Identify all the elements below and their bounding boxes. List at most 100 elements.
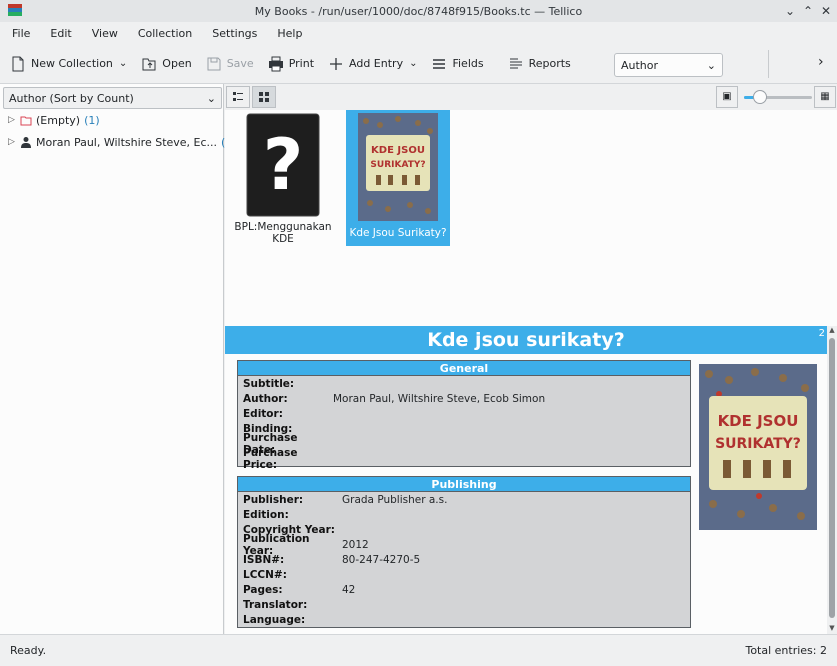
close-button[interactable]: ✕ [817, 2, 835, 20]
scroll-down-arrow[interactable]: ▼ [827, 624, 837, 632]
entry-icon-view: ? BPL:Menggunakan KDE KDE JSOU SURIKATY?… [225, 110, 837, 324]
field-row: Translator: [238, 597, 690, 612]
fields-icon [433, 58, 446, 69]
person-icon [21, 137, 31, 148]
zoom-slider-handle[interactable] [753, 90, 767, 104]
fields-label: Fields [452, 57, 484, 70]
book-cover-large: KDE JSOU SURIKATY? [699, 364, 817, 530]
save-button[interactable]: Save [206, 56, 254, 72]
add-entry-label: Add Entry [349, 57, 404, 70]
entry-detail-title: Kde jsou surikaty? [225, 326, 827, 354]
general-section: General Subtitle: Author: Moran Paul, Wilt… [237, 360, 691, 471]
fields-button[interactable]: Fields [431, 56, 484, 72]
maximize-button[interactable]: ⌃ [799, 2, 817, 20]
print-icon [268, 56, 283, 71]
general-section-heading: General [238, 361, 690, 376]
field-value: Grada Publisher a.s. [342, 493, 448, 506]
cover-text: SURIKATY? [370, 160, 425, 170]
expand-arrow-icon[interactable]: ▷ [8, 137, 20, 147]
field-value: 42 [342, 583, 356, 596]
new-collection-button[interactable]: New Collection ⌄ [10, 56, 127, 72]
group-by-combo[interactable]: Author (Sort by Count) ⌄ [3, 87, 222, 109]
menu-edit[interactable]: Edit [44, 27, 77, 40]
plus-icon [330, 57, 343, 70]
cover-text: SURIKATY? [715, 436, 801, 452]
menu-view[interactable]: View [86, 27, 124, 40]
save-label: Save [226, 57, 254, 70]
zoom-out-icon[interactable]: ▣ [716, 86, 738, 108]
chevron-down-icon[interactable]: ⌄ [409, 58, 417, 69]
field-row: Publisher: Grada Publisher a.s. [238, 492, 690, 507]
field-row: Language: [238, 612, 690, 627]
title-bar: My Books - /run/user/1000/doc/8748f915/B… [0, 0, 837, 22]
chevron-down-icon: ⌄ [206, 91, 216, 105]
zoom-in-icon[interactable]: ▦ [814, 86, 836, 108]
list-view-button[interactable] [226, 86, 250, 108]
chevron-down-icon: ⌄ [706, 58, 716, 72]
cover-text: KDE JSOU [371, 145, 425, 156]
field-label: Language: [243, 613, 306, 626]
status-bar: Ready. Total entries: 2 [0, 634, 837, 666]
open-button[interactable]: Open [141, 56, 192, 72]
group-field-combo[interactable]: Author ⌄ [614, 53, 723, 77]
entry-detail-view: Kde jsou surikaty? 2 General Subtitle: Au… [225, 324, 837, 634]
menu-file[interactable]: File [6, 27, 36, 40]
print-button[interactable]: Print [268, 56, 314, 72]
field-row: Edition: [238, 507, 690, 522]
field-row: Publication Year: 2012 [238, 533, 690, 557]
menu-help[interactable]: Help [271, 27, 308, 40]
entry-item-bpl[interactable]: ? BPL:Menggunakan KDE [231, 113, 335, 253]
group-item-label: (Empty) [36, 113, 81, 127]
group-by-value: Author (Sort by Count) [9, 91, 134, 105]
minimize-button[interactable]: ⌄ [781, 2, 799, 20]
group-item-empty[interactable]: ▷ (Empty) (1) [8, 111, 100, 129]
save-icon [207, 57, 221, 70]
field-label: Pages: [243, 583, 283, 596]
reports-button[interactable]: Reports [508, 56, 571, 72]
field-label: Editor: [243, 407, 283, 420]
field-row: Subtitle: [238, 376, 690, 391]
detail-scrollbar[interactable]: ▲ ▼ [827, 326, 837, 634]
view-mode-toggles [226, 86, 278, 108]
publishing-section-heading: Publishing [238, 477, 690, 492]
field-value: Moran Paul, Wiltshire Steve, Ecob Simon [333, 392, 546, 405]
book-cover-image: KDE JSOU SURIKATY? [358, 113, 438, 221]
expand-arrow-icon[interactable]: ▷ [8, 115, 20, 125]
add-entry-button[interactable]: Add Entry ⌄ [328, 56, 417, 72]
field-row: ISBN#: 80-247-4270-5 [238, 552, 690, 567]
chevron-down-icon[interactable]: ⌄ [119, 58, 127, 69]
open-label: Open [162, 57, 192, 70]
field-label: Translator: [243, 598, 308, 611]
menu-bar: File Edit View Collection Settings Help [0, 22, 837, 44]
missing-cover-icon: ? [246, 113, 320, 217]
icon-grid-view-icon [259, 92, 269, 102]
open-folder-icon [142, 58, 156, 70]
scroll-up-arrow[interactable]: ▲ [827, 326, 837, 334]
folder-icon [20, 116, 32, 126]
field-label: Publisher: [243, 493, 304, 506]
menu-settings[interactable]: Settings [206, 27, 263, 40]
menu-collection[interactable]: Collection [132, 27, 198, 40]
field-row: Author: Moran Paul, Wiltshire Steve, Ecob… [238, 391, 690, 406]
scrollbar-thumb[interactable] [829, 338, 835, 618]
entry-page-number: 2 [818, 328, 825, 339]
entry-title: Kde Jsou Surikaty? [349, 227, 447, 239]
field-label: ISBN#: [243, 553, 285, 566]
field-label: Edition: [243, 508, 289, 521]
group-item-author[interactable]: ▷ Moran Paul, Wiltshire Steve, Ec... (1) [8, 133, 237, 151]
toolbar-separator [768, 50, 769, 78]
reports-icon [509, 58, 522, 68]
icon-view-button[interactable] [252, 86, 276, 108]
chevron-right-icon[interactable]: › [818, 54, 824, 70]
field-label: Subtitle: [243, 377, 295, 390]
field-row: Editor: [238, 406, 690, 421]
publishing-section: Publishing Publisher: Grada Publisher a.s… [237, 476, 691, 628]
status-message: Ready. [10, 644, 47, 657]
group-item-count: (1) [84, 113, 100, 127]
new-document-icon [12, 56, 24, 71]
entry-item-kde-jsou-surikaty[interactable]: KDE JSOU SURIKATY? Kde Jsou Surikaty? [346, 110, 450, 246]
total-entries: Total entries: 2 [745, 644, 827, 657]
entry-title: BPL:Menggunakan [234, 221, 332, 233]
group-view-pane: Author (Sort by Count) ⌄ ▷ (Empty) (1) ▷… [0, 84, 237, 634]
field-value: 2012 [342, 538, 369, 551]
